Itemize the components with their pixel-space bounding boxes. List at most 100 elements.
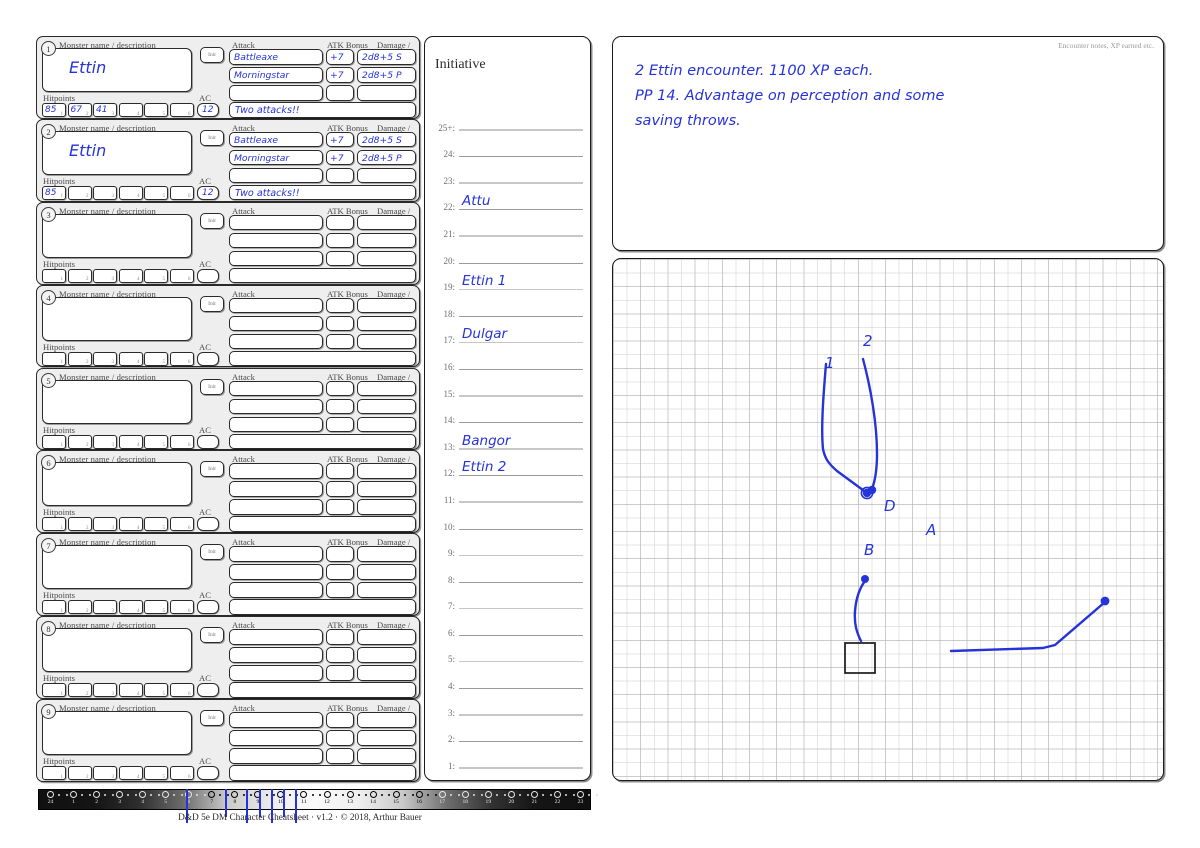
hour-circle[interactable] <box>530 791 538 798</box>
monster-init-field[interactable]: Init <box>200 129 224 146</box>
hitpoint-cell[interactable]: 1 <box>42 600 66 615</box>
hitpoint-cell[interactable]: 4 <box>118 517 143 532</box>
attack-note-field[interactable]: Two attacks!! <box>229 184 416 201</box>
ac-field[interactable] <box>197 683 219 698</box>
attack-damage-field[interactable] <box>357 730 416 746</box>
hitpoint-cell[interactable]: 5 <box>144 766 168 781</box>
attack-damage-field[interactable] <box>357 333 416 350</box>
hitpoint-cell[interactable]: 4 <box>118 600 143 615</box>
ac-field[interactable]: 12 <box>197 185 219 200</box>
monster-init-field[interactable]: Init <box>200 47 224 63</box>
monster-block[interactable]: 1 Monster name / description Ettin Init Hitp… <box>36 36 420 119</box>
attack-damage-field[interactable] <box>357 712 416 728</box>
hitpoint-cell[interactable]: 4 <box>118 351 143 366</box>
attack-bonus-field[interactable] <box>326 730 354 746</box>
monster-name-field[interactable] <box>42 628 192 673</box>
attack-damage-field[interactable] <box>357 582 416 598</box>
ac-field[interactable] <box>197 600 219 615</box>
attack-name-field[interactable] <box>229 499 323 515</box>
hitpoint-cell[interactable]: 6 <box>169 103 194 117</box>
attack-damage-field[interactable] <box>357 629 416 645</box>
monster-block[interactable]: 7 Monster name / description Init Hitpoints… <box>36 533 420 617</box>
attack-bonus-field[interactable] <box>326 398 354 415</box>
ac-field[interactable] <box>197 766 219 781</box>
hitpoint-cell[interactable]: 6 <box>169 517 194 532</box>
attack-damage-field[interactable] <box>357 481 416 497</box>
attack-name-field[interactable] <box>229 214 323 231</box>
attack-name-field[interactable]: Battleaxe <box>229 49 323 65</box>
hour-circle[interactable] <box>116 791 124 798</box>
battle-map-panel[interactable]: 1 2 D B A <box>612 258 1164 781</box>
attack-damage-field[interactable]: 2d8+5 S <box>357 49 416 65</box>
hour-circle[interactable] <box>553 791 561 798</box>
hitpoint-cell[interactable]: 67 2 <box>67 103 92 117</box>
hour-circle[interactable] <box>369 791 377 798</box>
monster-block[interactable]: 3 Monster name / description Init Hitpoints… <box>36 201 420 285</box>
initiative-row[interactable]: 8: <box>433 559 585 586</box>
hitpoint-cell[interactable]: 5 <box>144 351 168 366</box>
attack-name-field[interactable] <box>229 167 323 184</box>
attack-damage-field[interactable] <box>357 416 416 433</box>
hitpoint-cell[interactable]: 2 <box>67 766 92 781</box>
attack-name-field[interactable] <box>229 582 323 598</box>
hitpoint-cell[interactable]: 3 <box>93 766 117 781</box>
attack-bonus-field[interactable] <box>326 546 354 562</box>
initiative-row[interactable]: 2: <box>433 719 585 746</box>
initiative-row[interactable]: 17: Dulgar <box>433 320 585 347</box>
hour-circle[interactable] <box>346 791 354 798</box>
initiative-row[interactable]: 11: <box>433 479 585 506</box>
hitpoint-cell[interactable]: 5 <box>144 185 168 200</box>
hitpoint-cell[interactable]: 1 <box>42 517 66 532</box>
hitpoint-cell[interactable]: 2 <box>67 600 92 615</box>
hitpoint-cell[interactable]: 1 <box>42 766 66 781</box>
hour-circle[interactable] <box>438 791 446 798</box>
attack-note-field[interactable] <box>229 350 416 367</box>
hitpoint-cell[interactable]: 2 <box>67 185 92 200</box>
attack-bonus-field[interactable] <box>326 647 354 663</box>
hitpoint-cell[interactable]: 1 <box>42 268 66 283</box>
attack-damage-field[interactable] <box>357 748 416 764</box>
hitpoint-cell[interactable]: 2 <box>67 434 92 449</box>
hitpoint-cell[interactable]: 6 <box>169 351 194 366</box>
initiative-row[interactable]: 1: <box>433 745 585 772</box>
attack-damage-field[interactable] <box>357 85 416 101</box>
attack-note-field[interactable]: Two attacks!! <box>229 102 416 118</box>
hour-circle[interactable] <box>93 791 101 798</box>
hitpoint-cell[interactable]: 5 <box>144 683 168 698</box>
attack-damage-field[interactable] <box>357 463 416 479</box>
hitpoint-cell[interactable]: 4 <box>118 766 143 781</box>
attack-name-field[interactable] <box>229 665 323 681</box>
initiative-row[interactable]: 22: Attu <box>433 187 585 214</box>
attack-bonus-field[interactable]: +7 <box>326 67 354 83</box>
attack-name-field[interactable] <box>229 315 323 332</box>
attack-name-field[interactable]: Battleaxe <box>229 131 323 148</box>
attack-bonus-field[interactable] <box>326 463 354 479</box>
attack-name-field[interactable] <box>229 546 323 562</box>
hitpoint-cell[interactable]: 3 <box>93 683 117 698</box>
monster-block[interactable]: 5 Monster name / description Init Hitpoints… <box>36 367 420 451</box>
monster-init-field[interactable]: Init <box>200 212 224 229</box>
monster-name-field[interactable]: Ettin <box>42 130 192 175</box>
hour-circle[interactable] <box>323 791 331 798</box>
attack-bonus-field[interactable] <box>326 416 354 433</box>
attack-name-field[interactable] <box>229 730 323 746</box>
ac-field[interactable] <box>197 268 219 283</box>
attack-damage-field[interactable] <box>357 665 416 681</box>
hour-circle[interactable] <box>507 791 515 798</box>
attack-bonus-field[interactable]: +7 <box>326 49 354 65</box>
hitpoint-cell[interactable]: 2 <box>67 517 92 532</box>
initiative-row[interactable]: 10: <box>433 506 585 533</box>
hitpoint-cell[interactable]: 6 <box>169 185 194 200</box>
attack-bonus-field[interactable] <box>326 232 354 249</box>
ac-field[interactable] <box>197 434 219 449</box>
attack-note-field[interactable] <box>229 682 416 698</box>
hour-circle[interactable] <box>300 791 308 798</box>
hitpoint-cell[interactable]: 3 <box>93 185 117 200</box>
attack-damage-field[interactable] <box>357 232 416 249</box>
attack-note-field[interactable] <box>229 267 416 284</box>
attack-name-field[interactable] <box>229 333 323 350</box>
initiative-row[interactable]: 25+: <box>433 107 585 134</box>
monster-init-field[interactable]: Init <box>200 461 224 478</box>
attack-name-field[interactable] <box>229 232 323 249</box>
attack-damage-field[interactable] <box>357 315 416 332</box>
